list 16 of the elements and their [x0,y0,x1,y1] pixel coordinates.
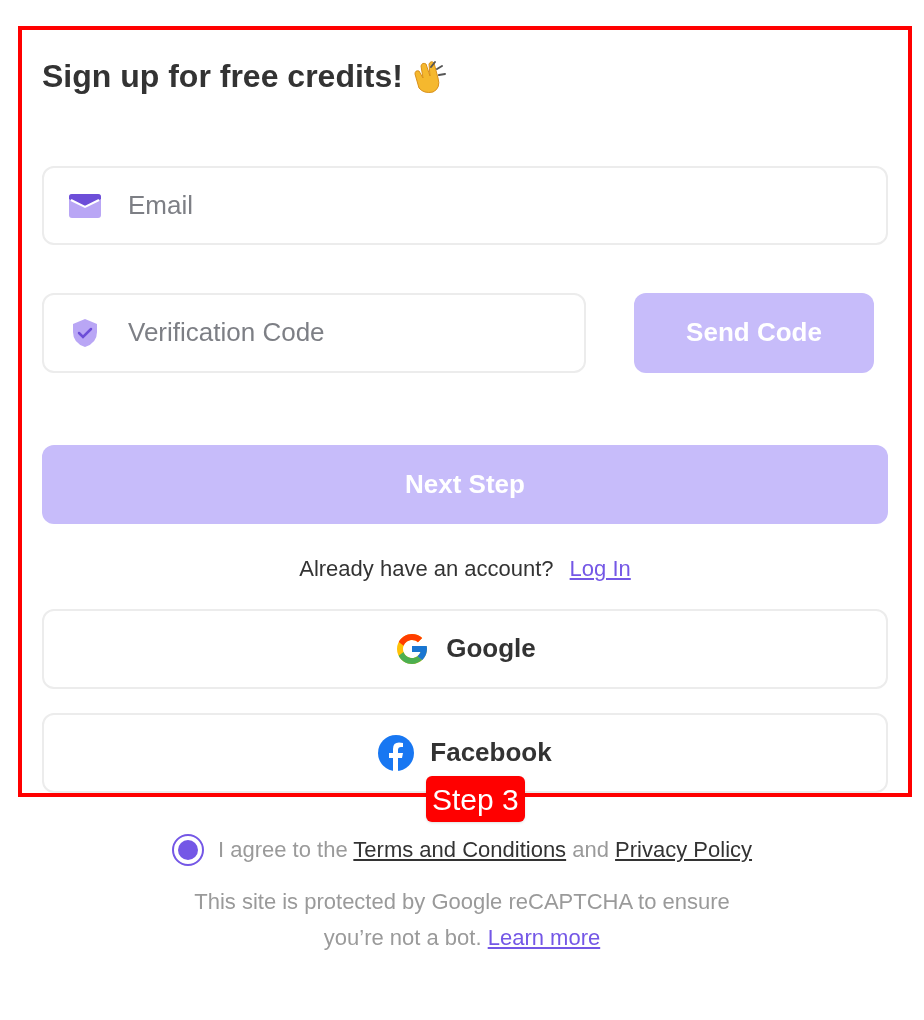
privacy-policy-link[interactable]: Privacy Policy [615,837,752,862]
shield-check-icon [72,318,98,349]
social-login-button[interactable]: Google [42,609,888,689]
email-field[interactable]: Email [42,166,888,246]
login-prompt: Already have an account? [299,555,554,583]
form-title: Sign up for free credits! [42,57,403,96]
recaptcha-notice: This site is protected by Google reCAPTCHA to ensure you’re not a bot. Learn more [193,888,731,952]
step-label: Step 3 [426,776,525,822]
learn-more-link[interactable]: Learn more [487,925,601,950]
agreement-text: I agree to the Terms and Conditions and Privacy Policy [217,836,752,864]
agree-radio[interactable] [171,833,204,866]
log-in-link[interactable]: Log In [569,552,631,585]
envelope-icon [68,193,102,219]
facebook-logo-icon [378,735,415,771]
terms-link[interactable]: Terms and Conditions [353,837,567,862]
verification-code-field[interactable]: Verification Code [42,293,586,373]
